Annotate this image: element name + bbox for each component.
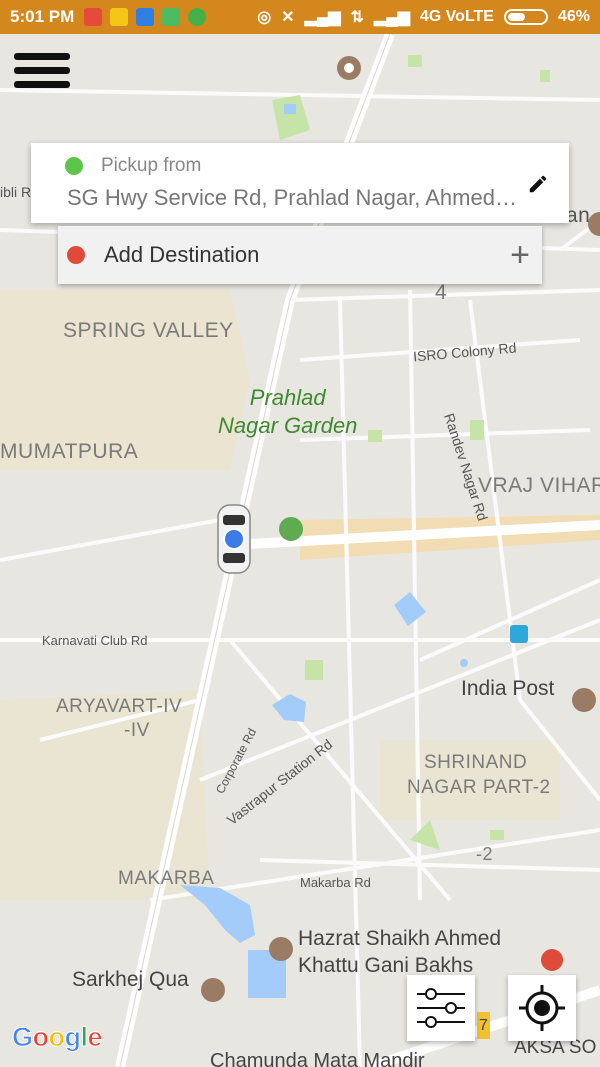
status-bar: 5:01 PM ◎ ✕ ▂▄▆ ⇅ ▂▄▆ 4G VoLTE 46% (0, 0, 600, 34)
google-logo-letter: l (80, 1022, 89, 1053)
map-area-label: -2 (476, 844, 494, 864)
status-time: 5:01 PM (10, 7, 75, 26)
map-place-label: an (566, 204, 591, 227)
map-park-label-line: Prahlad (249, 385, 326, 410)
map-area-label: 4 (435, 281, 448, 304)
data-arrows-icon: ⇅ (350, 9, 364, 26)
google-logo-text: Google (12, 1022, 104, 1053)
map-place-label: Sarkhej Qua (72, 968, 189, 991)
battery-percent: 46% (557, 8, 590, 25)
edit-pencil-icon[interactable] (527, 173, 549, 195)
car-marker-icon (217, 504, 251, 574)
photos-icon (162, 8, 181, 26)
map-area-label: SHRINAND (424, 752, 528, 773)
pickup-card[interactable]: Pickup from SG Hwy Service Rd, Prahlad N… (31, 143, 569, 223)
filter-button[interactable] (407, 975, 475, 1041)
google-logo: Google (12, 1022, 104, 1053)
menu-button[interactable] (14, 53, 70, 97)
signal-icon: ▂▄▆ (373, 9, 410, 26)
pickup-dot-icon (65, 157, 83, 175)
network-type: 4G VoLTE (419, 8, 494, 25)
map-place-label: Chamunda Mata Mandir (210, 1050, 425, 1067)
map-area-label: -IV (124, 720, 150, 741)
sliders-icon (417, 988, 465, 1028)
chat-icon (188, 8, 207, 26)
map-place-label: Hazrat Shaikh Ahmed (298, 927, 502, 950)
map-place-label: India Post (461, 677, 555, 700)
destination-dot-icon (67, 246, 85, 264)
app-notification-icon (136, 8, 155, 26)
google-logo-letter: e (87, 1022, 103, 1053)
mute-icon: ✕ (281, 9, 295, 26)
map-area-label: ARYAVART-IV (56, 696, 183, 717)
hotspot-icon: ◎ (257, 9, 272, 26)
add-destination-bar[interactable]: Add Destination + (58, 226, 542, 284)
map-road-shield: 7 (477, 1012, 490, 1039)
my-location-button[interactable] (508, 975, 576, 1041)
crosshair-icon (519, 985, 565, 1031)
map-road-label: Karnavati Club Rd (42, 633, 148, 648)
status-indicators: ◎ ✕ ▂▄▆ ⇅ ▂▄▆ 4G VoLTE 46% (257, 7, 590, 27)
menu-icon (14, 53, 70, 60)
video-call-icon (84, 8, 103, 26)
signal-icon: ▂▄▆ (304, 9, 341, 26)
map-road-label: Makarba Rd (300, 875, 371, 890)
google-logo-letter: o (32, 1022, 50, 1053)
map-area-label: NAGAR PART-2 (407, 777, 551, 798)
google-logo-letter: G (12, 1022, 34, 1053)
map-area-label: MAKARBA (118, 868, 215, 889)
destination-label: Add Destination (104, 242, 260, 267)
battery-icon (503, 9, 548, 25)
map-road-label: ibli R (0, 184, 32, 200)
menu-icon (14, 81, 70, 88)
plus-icon[interactable]: + (510, 238, 530, 272)
menu-icon (14, 67, 70, 74)
map-area-label: SPRING VALLEY (63, 319, 234, 342)
map-park-label: Prahlad Nagar Garden (218, 384, 357, 440)
pickup-address[interactable]: SG Hwy Service Rd, Prahlad Nagar, Ahmeda… (67, 185, 529, 211)
google-logo-letter: g (64, 1022, 82, 1053)
map-park-label-line: Nagar Garden (218, 413, 358, 438)
map-area-label: MUMATPURA (0, 440, 139, 463)
map-area-label: VRAJ VIHAR (478, 474, 600, 497)
pickup-label: Pickup from (101, 155, 202, 176)
google-logo-letter: o (48, 1022, 66, 1053)
app-notification-icon (110, 8, 129, 26)
